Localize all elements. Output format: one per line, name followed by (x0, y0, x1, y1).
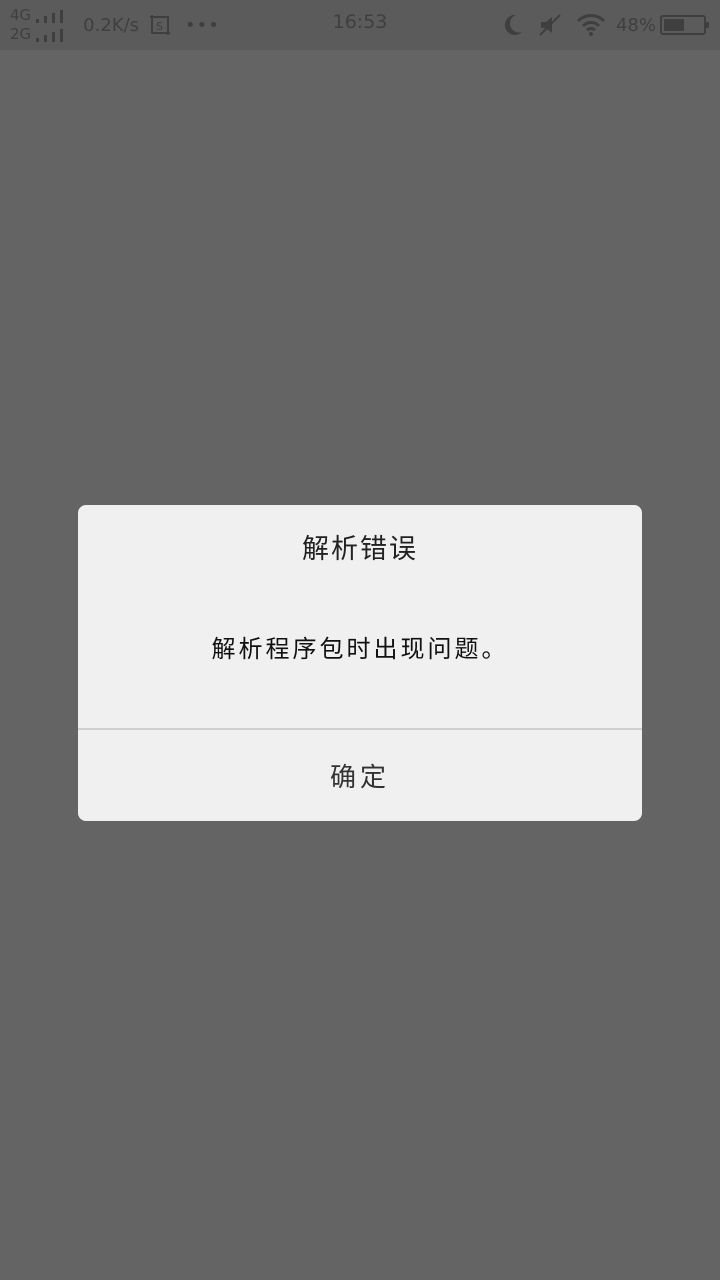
wifi-icon (576, 14, 606, 36)
moon-icon (504, 14, 522, 35)
status-right: 48% (488, 0, 709, 50)
mute-icon (539, 14, 561, 36)
battery-percent: 48% (615, 14, 656, 36)
dialog-message: 解析程序包时出现问题。 (211, 635, 509, 663)
battery-icon (660, 15, 709, 35)
status-bar: 4G 2G 0.2K/s S ••• 16:53 48% (0, 0, 720, 50)
ok-button[interactable]: 确定 (78, 730, 642, 821)
dialog-title: 解析错误 (302, 534, 418, 565)
battery-fill (664, 19, 685, 31)
parse-error-dialog: 解析错误 解析程序包时出现问题。 确定 (78, 505, 642, 821)
